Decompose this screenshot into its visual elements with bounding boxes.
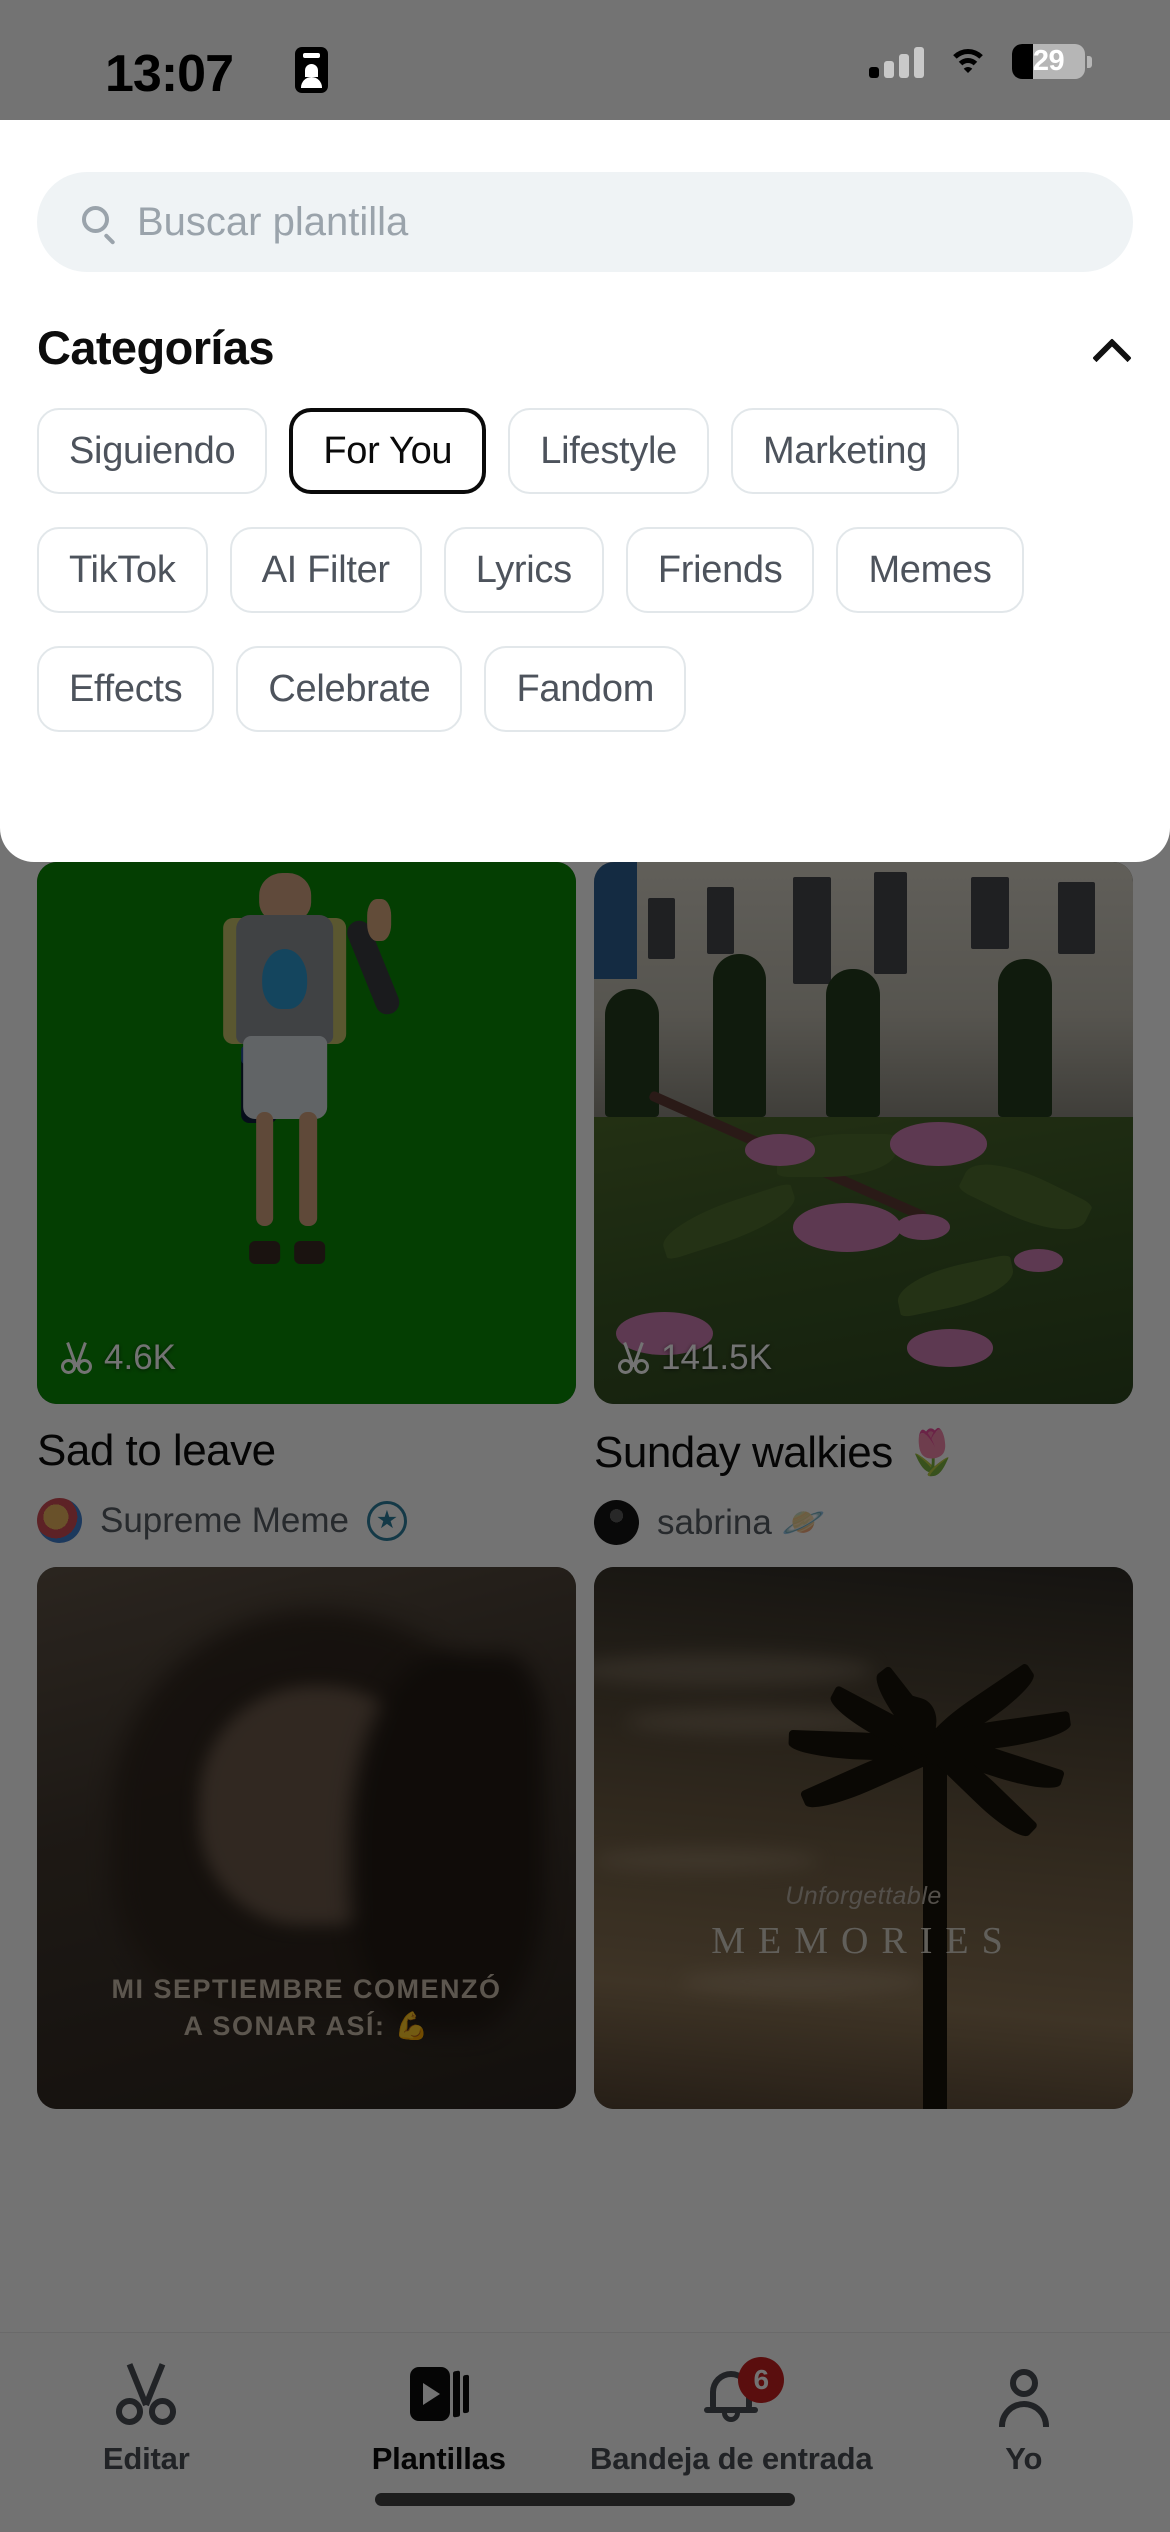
- tab-label: Bandeja de entrada: [590, 2441, 873, 2476]
- scissors-icon: [115, 2363, 177, 2425]
- uses-count: 4.6K: [61, 1338, 176, 1378]
- template-card[interactable]: 4.6K Sad to leave Supreme Meme ★: [37, 862, 576, 1545]
- overlay-title: MEMORIES: [711, 1919, 1016, 1962]
- verified-star-icon: ★: [366, 1500, 407, 1541]
- tab-label: Plantillas: [371, 2441, 506, 2476]
- template-thumbnail[interactable]: 4.6K: [37, 862, 576, 1404]
- templates-row: 4.6K Sad to leave Supreme Meme ★ 141.5K …: [37, 862, 1133, 1545]
- tab-editar[interactable]: Editar: [0, 2333, 293, 2532]
- category-chip[interactable]: Lyrics: [443, 527, 604, 613]
- tab-label: Yo: [1005, 2441, 1043, 2476]
- uses-count-label: 4.6K: [104, 1338, 176, 1377]
- search-placeholder: Buscar plantilla: [137, 199, 409, 244]
- app-screen: 4.6K Sad to leave Supreme Meme ★ 141.5K …: [0, 0, 1170, 2532]
- status-time: 13:07: [105, 45, 234, 103]
- template-thumbnail[interactable]: 141.5K: [594, 862, 1133, 1404]
- page-title: Categorías: [37, 320, 275, 374]
- category-chip-list: Siguiendo For You Lifestyle Marketing TikTok…: [37, 408, 1147, 765]
- categories-header[interactable]: Categorías: [37, 316, 1133, 378]
- kid-figure-illustration: [204, 872, 403, 1264]
- home-indicator: [375, 2493, 795, 2506]
- template-author-row[interactable]: sabrina 🪐: [594, 1500, 1133, 1545]
- templates-icon: [408, 2363, 470, 2425]
- template-title: Sunday walkies 🌷: [594, 1428, 959, 1477]
- template-author: Supreme Meme: [100, 1500, 349, 1540]
- category-chip[interactable]: For You: [289, 408, 487, 494]
- template-card[interactable]: Unforgettable MEMORIES: [594, 1567, 1133, 2109]
- category-chip[interactable]: Marketing: [730, 408, 960, 494]
- avatar: [37, 1498, 82, 1543]
- template-overlay-title: Unforgettable MEMORIES: [594, 1882, 1133, 1963]
- category-chip[interactable]: AI Filter: [229, 527, 422, 613]
- tab-label: Editar: [102, 2441, 190, 2476]
- bell-icon: 6: [700, 2357, 785, 2425]
- battery-percent-label: 29: [1032, 45, 1065, 77]
- category-chip[interactable]: TikTok: [37, 527, 208, 613]
- category-chip[interactable]: Effects: [37, 646, 215, 732]
- status-bar: 13:07 29: [0, 0, 1170, 120]
- category-chip[interactable]: Celebrate: [236, 646, 463, 732]
- category-chip[interactable]: Lifestyle: [508, 408, 709, 494]
- categories-sheet: Buscar plantilla Categorías Siguiendo For…: [0, 120, 1170, 862]
- wifi-icon: [947, 46, 989, 77]
- overlay-subtitle: Unforgettable: [785, 1881, 942, 1910]
- category-chip[interactable]: Siguiendo: [37, 408, 268, 494]
- battery-icon: 29: [1012, 44, 1092, 79]
- templates-row: MI SEPTIEMBRE COMENZÓ A SONAR ASÍ: 💪 Unf…: [37, 1567, 1133, 2109]
- search-icon: [82, 205, 116, 245]
- template-thumbnail[interactable]: Unforgettable MEMORIES: [594, 1567, 1133, 2109]
- template-title: Sad to leave: [37, 1426, 276, 1475]
- chevron-up-icon[interactable]: [1093, 334, 1133, 360]
- cellular-signal-icon: [869, 46, 924, 78]
- building-photo: [594, 862, 1133, 1117]
- category-chip[interactable]: Friends: [625, 527, 815, 613]
- avatar: [594, 1500, 639, 1545]
- palm-tree-photo: [594, 1567, 1133, 2109]
- search-input[interactable]: Buscar plantilla: [37, 172, 1133, 272]
- template-card[interactable]: 141.5K Sunday walkies 🌷 sabrina 🪐: [594, 862, 1133, 1545]
- templates-grid: 4.6K Sad to leave Supreme Meme ★ 141.5K …: [37, 862, 1133, 2131]
- template-author: sabrina 🪐: [657, 1503, 826, 1542]
- category-chip[interactable]: Fandom: [484, 646, 687, 732]
- tab-yo[interactable]: Yo: [878, 2333, 1170, 2532]
- template-card[interactable]: MI SEPTIEMBRE COMENZÓ A SONAR ASÍ: 💪: [37, 1567, 576, 2109]
- template-thumbnail[interactable]: MI SEPTIEMBRE COMENZÓ A SONAR ASÍ: 💪: [37, 1567, 576, 2109]
- person-icon: [993, 2363, 1055, 2427]
- notification-badge: 6: [738, 2357, 785, 2403]
- uses-count: 141.5K: [618, 1338, 772, 1378]
- scissors-icon: [618, 1342, 649, 1374]
- face-id-icon: [295, 47, 328, 93]
- category-chip[interactable]: Memes: [836, 527, 1024, 613]
- template-overlay-text: MI SEPTIEMBRE COMENZÓ A SONAR ASÍ: 💪: [111, 1974, 502, 2041]
- scissors-icon: [61, 1342, 92, 1374]
- uses-count-label: 141.5K: [661, 1338, 772, 1377]
- template-author-row[interactable]: Supreme Meme ★: [37, 1498, 576, 1543]
